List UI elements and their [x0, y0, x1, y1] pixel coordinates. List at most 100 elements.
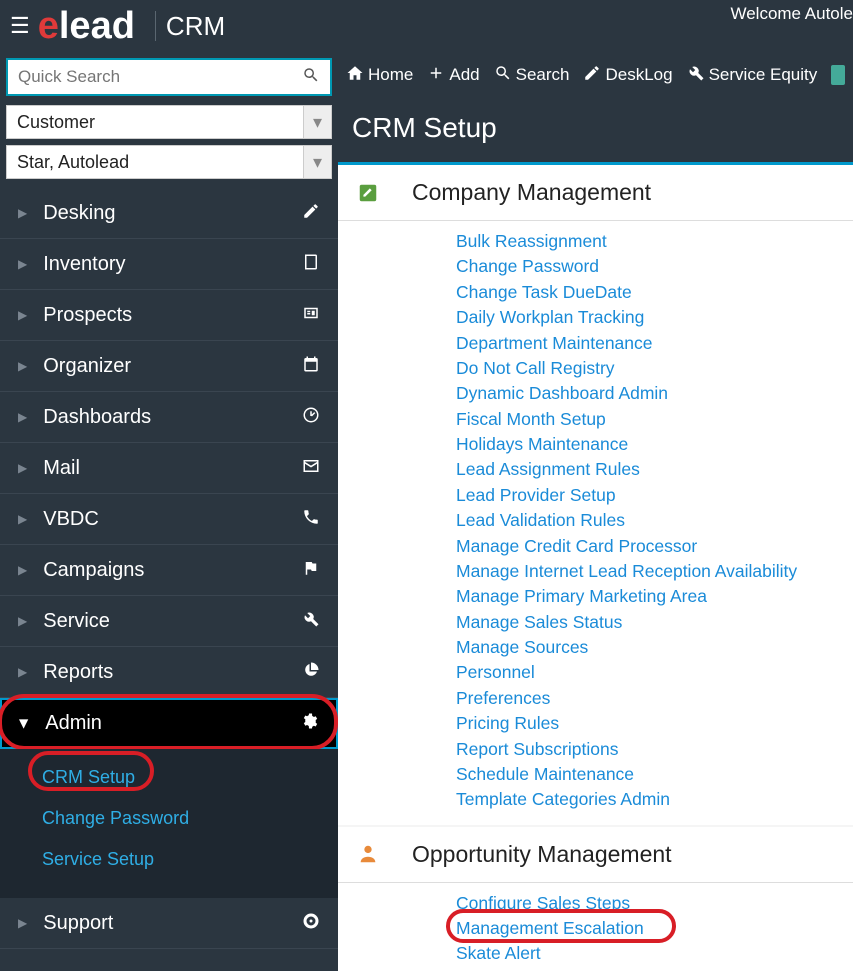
- sidebar-item-reports[interactable]: ▶ Reports: [0, 647, 338, 698]
- toolbar-add[interactable]: Add: [427, 64, 479, 87]
- link-item[interactable]: Holidays Maintenance: [456, 432, 853, 457]
- section-title: Company Management: [412, 179, 651, 206]
- link-item[interactable]: Preferences: [456, 686, 853, 711]
- link-item[interactable]: Do Not Call Registry: [456, 356, 853, 381]
- plus-icon: [427, 64, 445, 87]
- toolbar: Home Add Search DeskLog: [338, 52, 853, 98]
- chevron-right-icon: ▶: [18, 257, 27, 271]
- pie-chart-icon: [302, 661, 320, 684]
- subnav-service-setup[interactable]: Service Setup: [0, 839, 338, 880]
- link-item[interactable]: Change Password: [456, 254, 853, 279]
- link-item[interactable]: Change Task DueDate: [456, 280, 853, 305]
- life-ring-icon: [302, 912, 320, 935]
- edit-note-icon: [356, 181, 380, 205]
- section-company-management: Company Management Bulk Reassignment Cha…: [338, 165, 853, 825]
- sidebar-item-organizer[interactable]: ▶ Organizer: [0, 341, 338, 392]
- link-item[interactable]: Manage Internet Lead Reception Availabil…: [456, 559, 853, 584]
- sidebar-item-admin[interactable]: ▶ Admin: [0, 698, 338, 749]
- sidebar-nav: ▶ Desking ▶ Inventory ▶ Prospects: [0, 188, 338, 949]
- crm-label: CRM: [166, 11, 225, 42]
- link-item[interactable]: Manage Sources: [456, 635, 853, 660]
- subnav-change-password[interactable]: Change Password: [0, 798, 338, 839]
- sidebar-item-dashboards[interactable]: ▶ Dashboards: [0, 392, 338, 443]
- link-item[interactable]: Lead Assignment Rules: [456, 457, 853, 482]
- dropdown-value: Customer: [17, 112, 95, 133]
- link-item[interactable]: Schedule Maintenance: [456, 762, 853, 787]
- link-item[interactable]: Dynamic Dashboard Admin: [456, 381, 853, 406]
- sidebar-item-support[interactable]: ▶ Support: [0, 898, 338, 949]
- home-icon: [346, 64, 364, 87]
- gauge-icon: [302, 406, 320, 429]
- section-header: Opportunity Management: [338, 827, 853, 883]
- link-item[interactable]: Manage Sales Status: [456, 610, 853, 635]
- quick-search[interactable]: [6, 58, 332, 96]
- logo[interactable]: e lead: [38, 5, 135, 48]
- chevron-right-icon: ▶: [18, 916, 27, 930]
- link-item[interactable]: Report Subscriptions: [456, 737, 853, 762]
- toolbar-search[interactable]: Search: [494, 64, 570, 87]
- hamburger-icon[interactable]: ☰: [10, 13, 30, 39]
- subnav-crm-setup[interactable]: CRM Setup: [0, 757, 338, 798]
- sidebar-item-label: Admin: [45, 712, 300, 735]
- page-title: CRM Setup: [352, 112, 839, 144]
- link-item[interactable]: Skate Alert: [456, 941, 853, 966]
- chevron-right-icon: ▶: [18, 206, 27, 220]
- chevron-right-icon: ▶: [18, 665, 27, 679]
- link-item[interactable]: Department Maintenance: [456, 331, 853, 356]
- section-header: Company Management: [338, 165, 853, 221]
- star-dropdown[interactable]: Star, Autolead ▾: [6, 145, 332, 179]
- chevron-right-icon: ▶: [18, 614, 27, 628]
- toolbar-desklog[interactable]: DeskLog: [583, 64, 672, 87]
- link-item[interactable]: Lead Validation Rules: [456, 508, 853, 533]
- chevron-down-icon: ▾: [303, 146, 331, 178]
- sidebar-item-mail[interactable]: ▶ Mail: [0, 443, 338, 494]
- calendar-icon: [302, 355, 320, 378]
- link-item[interactable]: Lead Provider Setup: [456, 483, 853, 508]
- toolbar-label: Home: [368, 65, 413, 85]
- sidebar-item-inventory[interactable]: ▶ Inventory: [0, 239, 338, 290]
- chevron-right-icon: ▶: [18, 512, 27, 526]
- sidebar-item-service[interactable]: ▶ Service: [0, 596, 338, 647]
- search-input[interactable]: [8, 67, 292, 87]
- phone-icon: [302, 508, 320, 531]
- logo-e: e: [38, 5, 59, 48]
- main: Home Add Search DeskLog: [338, 52, 853, 971]
- toolbar-label: DeskLog: [605, 65, 672, 85]
- sidebar-item-campaigns[interactable]: ▶ Campaigns: [0, 545, 338, 596]
- logo-lead: lead: [59, 5, 135, 48]
- link-item[interactable]: Bulk Reassignment: [456, 229, 853, 254]
- sidebar-item-desking[interactable]: ▶ Desking: [0, 188, 338, 239]
- link-item[interactable]: Manage Primary Marketing Area: [456, 584, 853, 609]
- link-item[interactable]: Configure Sales Steps: [456, 891, 853, 916]
- mail-icon: [302, 457, 320, 480]
- toolbar-label: Add: [449, 65, 479, 85]
- link-item[interactable]: Fiscal Month Setup: [456, 407, 853, 432]
- link-item[interactable]: Template Categories Admin: [456, 787, 853, 812]
- link-item[interactable]: Daily Workplan Tracking: [456, 305, 853, 330]
- sidebar-item-prospects[interactable]: ▶ Prospects: [0, 290, 338, 341]
- search-icon[interactable]: [292, 66, 330, 89]
- sidebar-item-label: Dashboards: [43, 406, 302, 429]
- chevron-right-icon: ▶: [18, 410, 27, 424]
- welcome-text: Welcome Autole: [730, 0, 853, 24]
- sidebar-item-vbdc[interactable]: ▶ VBDC: [0, 494, 338, 545]
- topbar: ☰ e lead CRM Welcome Autole: [0, 0, 853, 52]
- sidebar-item-label: Service: [43, 610, 302, 633]
- sidebar-item-label: Support: [43, 912, 302, 935]
- person-icon: [356, 842, 380, 866]
- pencil-icon: [583, 64, 601, 87]
- toolbar-service-equity[interactable]: Service Equity: [687, 64, 818, 87]
- book-icon: [302, 253, 320, 276]
- opportunity-links: Configure Sales Steps Management Escalat…: [338, 883, 853, 971]
- link-item-management-escalation[interactable]: Management Escalation: [456, 916, 853, 941]
- toolbar-home[interactable]: Home: [346, 64, 413, 87]
- link-item[interactable]: Templates: [456, 967, 853, 971]
- link-item[interactable]: Pricing Rules: [456, 711, 853, 736]
- sidebar-item-label: Prospects: [43, 304, 302, 327]
- status-indicator-icon[interactable]: [831, 65, 845, 85]
- customer-dropdown[interactable]: Customer ▾: [6, 105, 332, 139]
- company-links: Bulk Reassignment Change Password Change…: [338, 221, 853, 825]
- link-item[interactable]: Manage Credit Card Processor: [456, 534, 853, 559]
- link-item[interactable]: Personnel: [456, 660, 853, 685]
- section-title: Opportunity Management: [412, 841, 672, 868]
